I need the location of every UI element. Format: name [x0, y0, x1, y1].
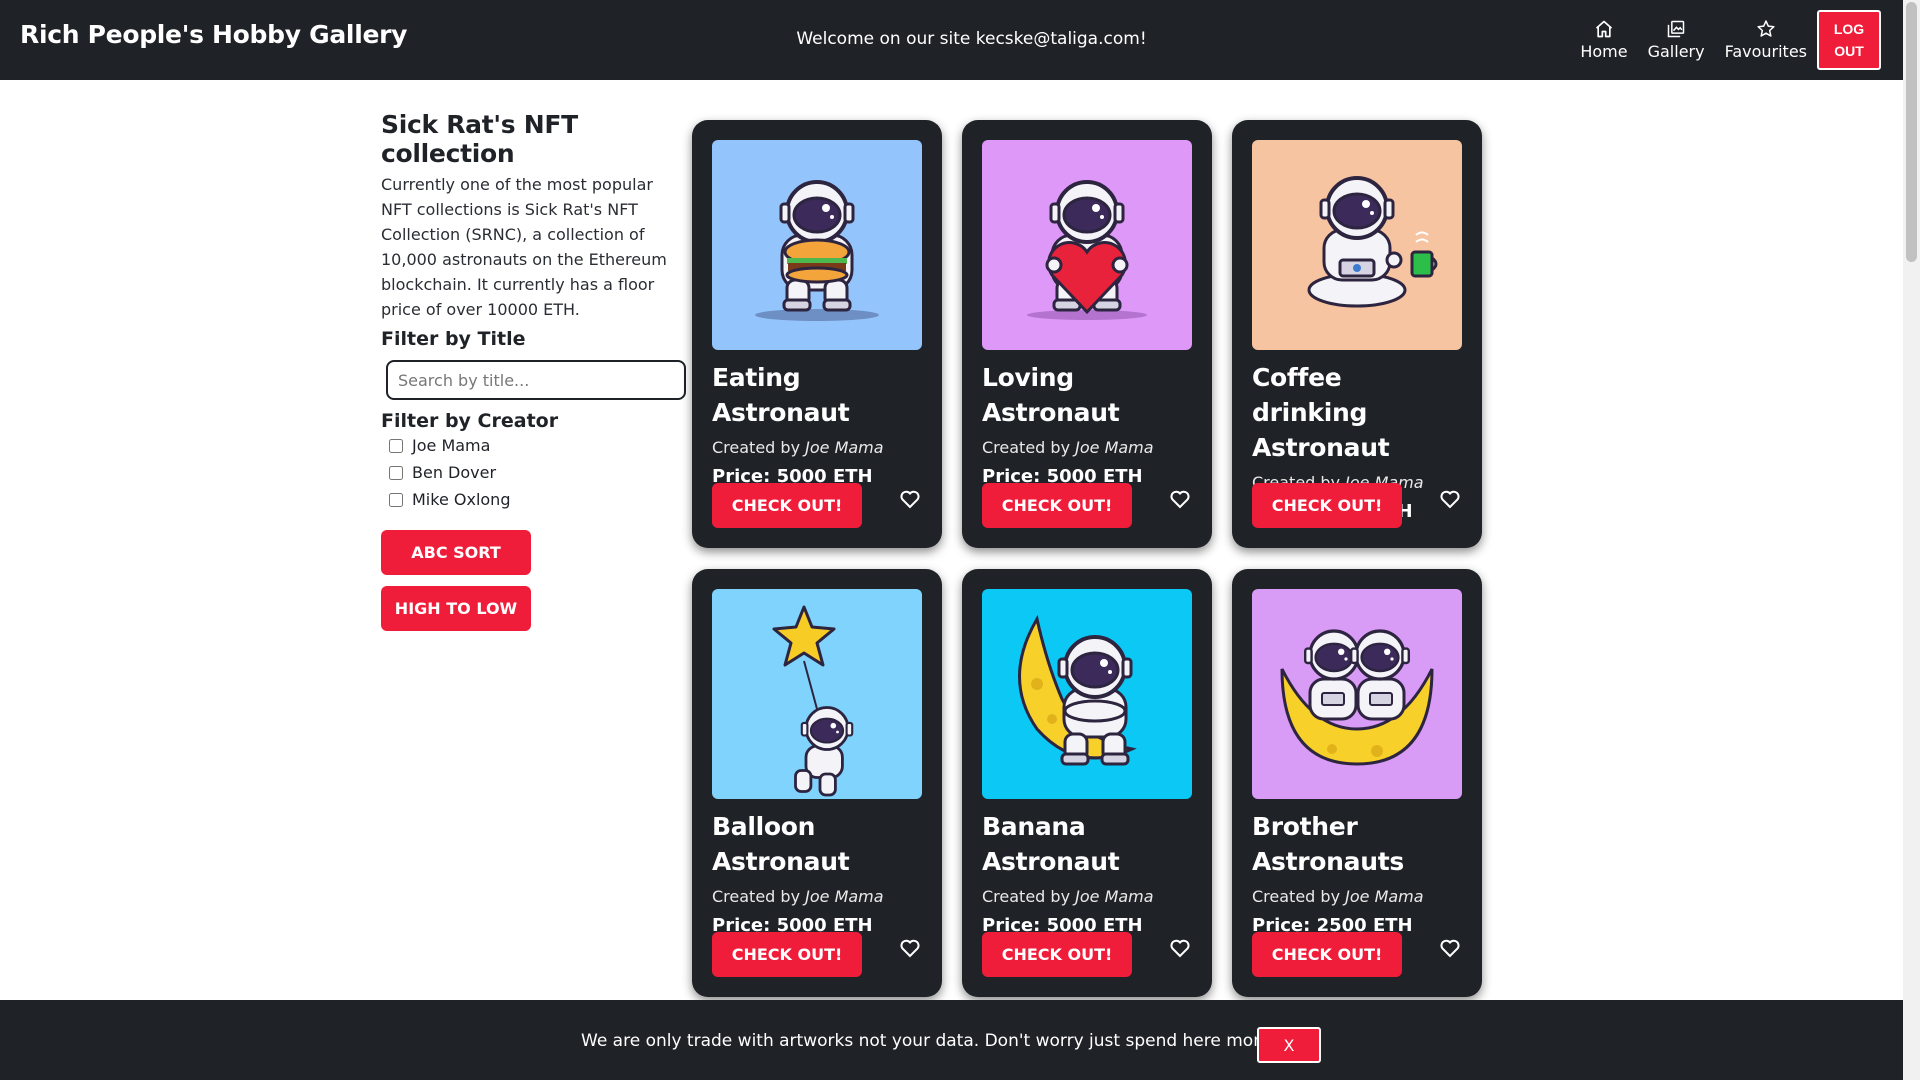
cookie-message: We are only trade with artworks not your…: [581, 1031, 1292, 1051]
card-title: Loving Astronaut: [982, 363, 1120, 427]
card-title: Eating Astronaut: [712, 363, 850, 427]
favourite-heart-icon[interactable]: [1168, 487, 1192, 511]
checkout-button[interactable]: CHECK OUT!: [982, 483, 1132, 528]
nft-card: Eating Astronaut Created by Joe Mama Pri…: [692, 120, 942, 548]
creator-label: Mike Oxlong: [412, 490, 511, 509]
creator-option-joe-mama[interactable]: Joe Mama: [389, 432, 691, 459]
high-to-low-button[interactable]: HIGH TO LOW: [381, 586, 531, 631]
creator-checkbox[interactable]: [389, 492, 403, 507]
checkout-button[interactable]: CHECK OUT!: [1252, 932, 1402, 977]
nft-artwork-coffee-astronaut[interactable]: [1252, 140, 1462, 350]
nav-home-label: Home: [1580, 42, 1628, 61]
creator-option-mike-oxlong[interactable]: Mike Oxlong: [389, 486, 691, 513]
card-title: Banana Astronaut: [982, 812, 1120, 876]
filter-title-heading: Filter by Title: [381, 328, 526, 350]
nft-card: Brother Astronauts Created by Joe Mama P…: [1232, 569, 1482, 997]
nft-card: Coffee drinking Astronaut Created by Joe…: [1232, 120, 1482, 548]
card-creator: Created by Joe Mama: [712, 887, 884, 906]
card-creator: Created by Joe Mama: [982, 438, 1154, 457]
creator-label: Ben Dover: [412, 463, 497, 482]
creator-name: Joe Mama: [805, 438, 884, 457]
creator-checkbox[interactable]: [389, 465, 403, 480]
creator-name: Joe Mama: [1345, 887, 1424, 906]
checkout-button[interactable]: CHECK OUT!: [712, 932, 862, 977]
creator-name: Joe Mama: [1075, 887, 1154, 906]
star-icon: [1757, 20, 1775, 37]
creator-name: Joe Mama: [805, 887, 884, 906]
nft-artwork-balloon-astronaut[interactable]: [712, 589, 922, 799]
home-icon: [1595, 20, 1613, 38]
abc-sort-button[interactable]: ABC SORT: [381, 530, 531, 575]
nft-artwork-eating-astronaut[interactable]: [712, 140, 922, 350]
nav-home[interactable]: Home: [1580, 19, 1628, 61]
collection-description: Currently one of the most popular NFT co…: [381, 175, 667, 319]
cookie-close-button[interactable]: X: [1257, 1027, 1321, 1063]
favourite-heart-icon[interactable]: [898, 487, 922, 511]
card-creator: Created by Joe Mama: [712, 438, 884, 457]
creator-option-ben-dover[interactable]: Ben Dover: [389, 459, 691, 486]
favourite-heart-icon[interactable]: [898, 936, 922, 960]
favourite-heart-icon[interactable]: [1438, 487, 1462, 511]
nav-favourites[interactable]: Favourites: [1725, 19, 1807, 61]
scrollbar-thumb[interactable]: [1906, 2, 1917, 262]
card-title: Brother Astronauts: [1252, 812, 1404, 876]
card-creator: Created by Joe Mama: [982, 887, 1154, 906]
card-creator: Created by Joe Mama: [1252, 887, 1424, 906]
nft-artwork-loving-astronaut[interactable]: [982, 140, 1192, 350]
logout-button[interactable]: LOG OUT: [1817, 10, 1881, 70]
filter-sidebar: Sick Rat's NFT collection Currently one …: [381, 110, 691, 631]
nft-artwork-banana-astronaut[interactable]: [982, 589, 1192, 799]
cookie-banner: We are only trade with artworks not your…: [0, 1000, 1903, 1080]
nav-favourites-label: Favourites: [1724, 42, 1807, 61]
favourite-heart-icon[interactable]: [1438, 936, 1462, 960]
favourite-heart-icon[interactable]: [1168, 936, 1192, 960]
nft-card: Loving Astronaut Created by Joe Mama Pri…: [962, 120, 1212, 548]
creator-label: Joe Mama: [412, 436, 491, 455]
filter-creator-heading: Filter by Creator: [381, 410, 559, 432]
collection-title: Sick Rat's NFT collection: [381, 110, 578, 168]
checkout-button[interactable]: CHECK OUT!: [1252, 483, 1402, 528]
nav-gallery-label: Gallery: [1647, 42, 1705, 61]
nft-artwork-brother-astronauts[interactable]: [1252, 589, 1462, 799]
card-title: Coffee drinking Astronaut: [1252, 363, 1390, 462]
card-title: Balloon Astronaut: [712, 812, 850, 876]
nav-links: Home Gallery Favourites LOG OUT: [1580, 0, 1903, 80]
nft-card: Banana Astronaut Created by Joe Mama Pri…: [962, 569, 1212, 997]
nav-gallery[interactable]: Gallery: [1648, 19, 1705, 61]
top-navbar: Rich People's Hobby Gallery Welcome on o…: [0, 0, 1903, 80]
title-search-input[interactable]: [386, 360, 686, 400]
page-scrollbar[interactable]: [1903, 0, 1920, 1080]
gallery-icon: [1667, 20, 1685, 38]
checkout-button[interactable]: CHECK OUT!: [982, 932, 1132, 977]
creator-name: Joe Mama: [1075, 438, 1154, 457]
creator-checkbox[interactable]: [389, 438, 403, 453]
nft-card: Balloon Astronaut Created by Joe Mama Pr…: [692, 569, 942, 997]
checkout-button[interactable]: CHECK OUT!: [712, 483, 862, 528]
